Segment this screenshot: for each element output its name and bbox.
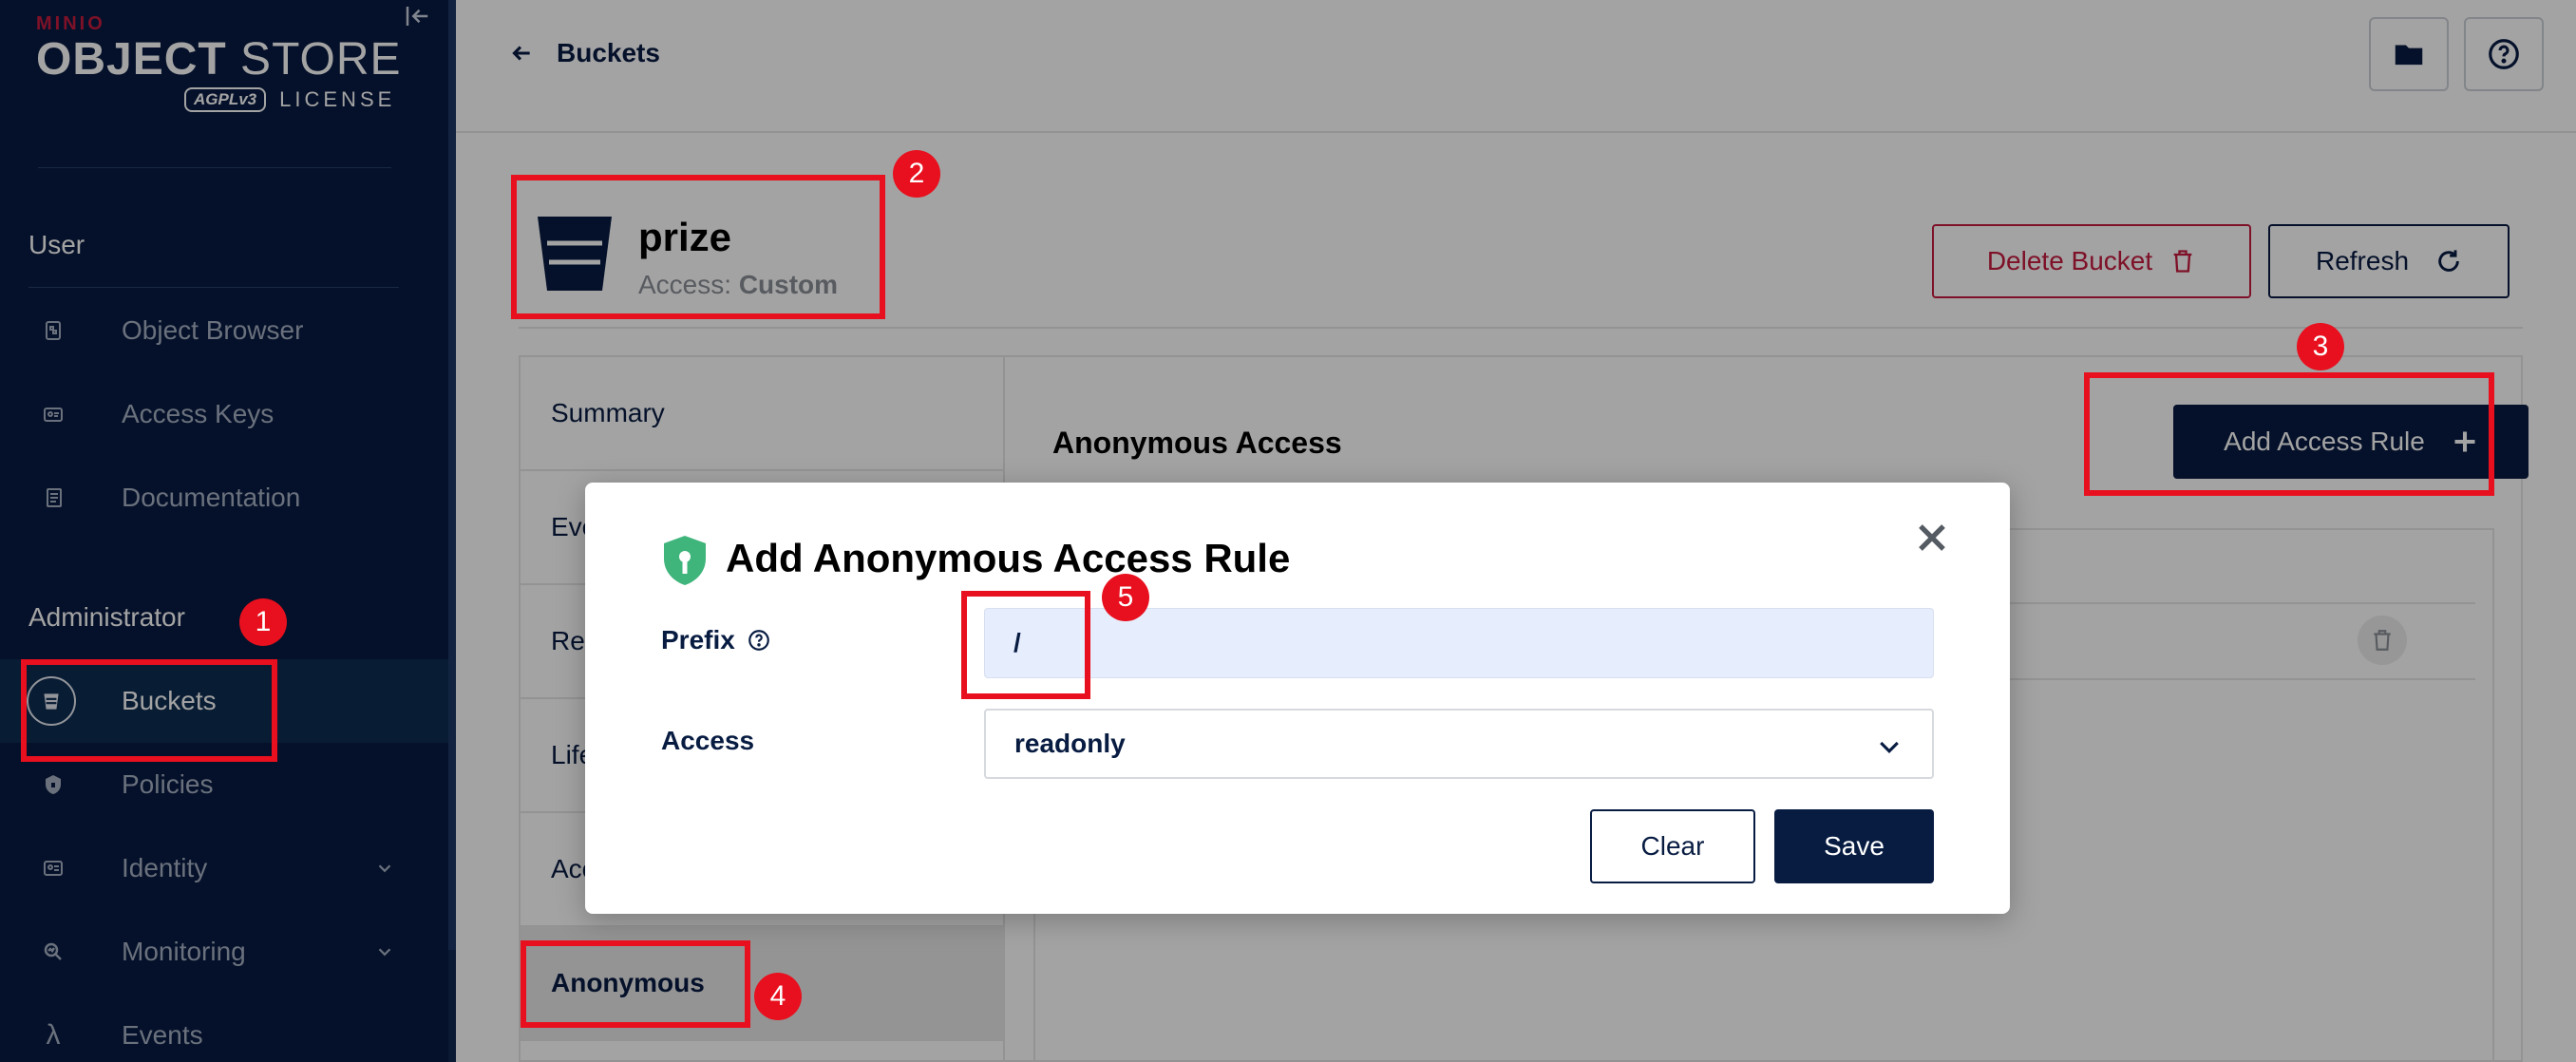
- highlight-box: [961, 591, 1090, 699]
- modal-title: Add Anonymous Access Rule: [726, 536, 1291, 580]
- shield-key-icon: [664, 536, 706, 585]
- step-badge: 2: [893, 150, 940, 198]
- highlight-box: [521, 940, 750, 1028]
- highlight-box: [2084, 372, 2494, 496]
- step-badge: 1: [239, 598, 287, 646]
- add-anonymous-rule-dialog: Add Anonymous Access Rule Prefix / Acces…: [585, 483, 2010, 914]
- clear-button[interactable]: Clear: [1590, 809, 1755, 883]
- access-label: Access: [661, 726, 755, 755]
- chevron-down-icon: [1880, 741, 1899, 753]
- highlight-box: [21, 659, 277, 762]
- save-button[interactable]: Save: [1774, 809, 1934, 883]
- help-circle-icon[interactable]: [747, 628, 771, 653]
- close-icon[interactable]: [1915, 521, 1949, 555]
- step-badge: 4: [754, 973, 802, 1020]
- access-select[interactable]: readonly: [984, 709, 1934, 779]
- step-badge: 3: [2297, 323, 2344, 370]
- step-badge: 5: [1102, 574, 1149, 621]
- highlight-box: [511, 175, 885, 319]
- prefix-label: Prefix: [661, 625, 771, 655]
